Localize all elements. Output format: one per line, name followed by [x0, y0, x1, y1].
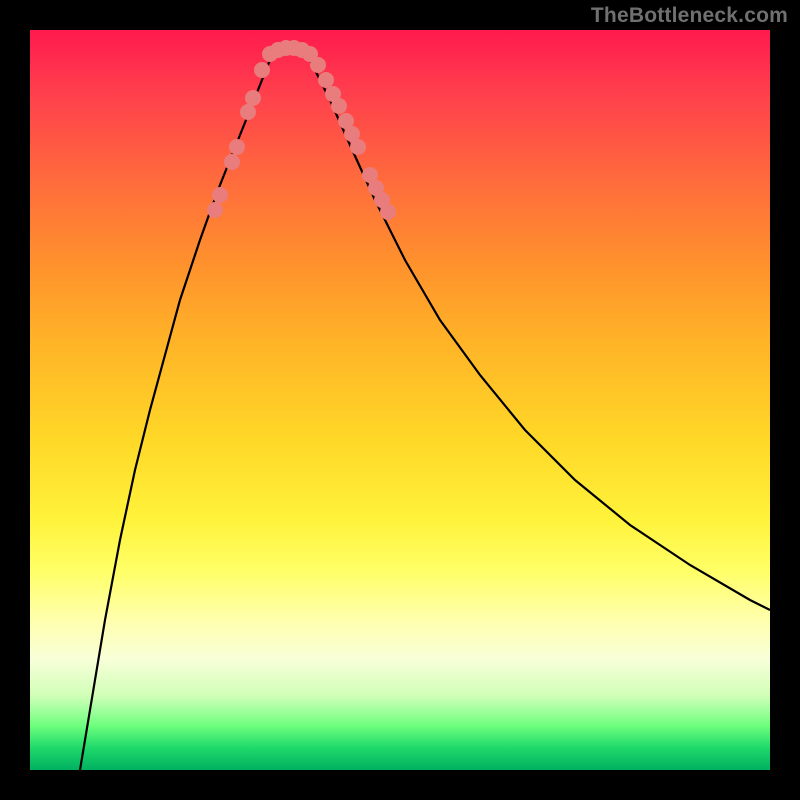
- watermark-text: TheBottleneck.com: [591, 4, 788, 28]
- chart-marker: [224, 154, 240, 170]
- chart-marker: [310, 57, 326, 73]
- outer-frame: TheBottleneck.com: [0, 0, 800, 800]
- chart-marker: [212, 187, 228, 203]
- chart-marker: [240, 104, 256, 120]
- bottleneck-curve: [80, 49, 770, 770]
- chart-markers: [207, 40, 396, 220]
- chart-svg: [30, 30, 770, 770]
- chart-marker: [207, 202, 223, 218]
- chart-marker: [331, 98, 347, 114]
- chart-marker: [380, 204, 396, 220]
- chart-marker: [229, 139, 245, 155]
- chart-marker: [318, 72, 334, 88]
- chart-marker: [350, 139, 366, 155]
- chart-marker: [245, 90, 261, 106]
- chart-plot-area: [30, 30, 770, 770]
- chart-marker: [254, 62, 270, 78]
